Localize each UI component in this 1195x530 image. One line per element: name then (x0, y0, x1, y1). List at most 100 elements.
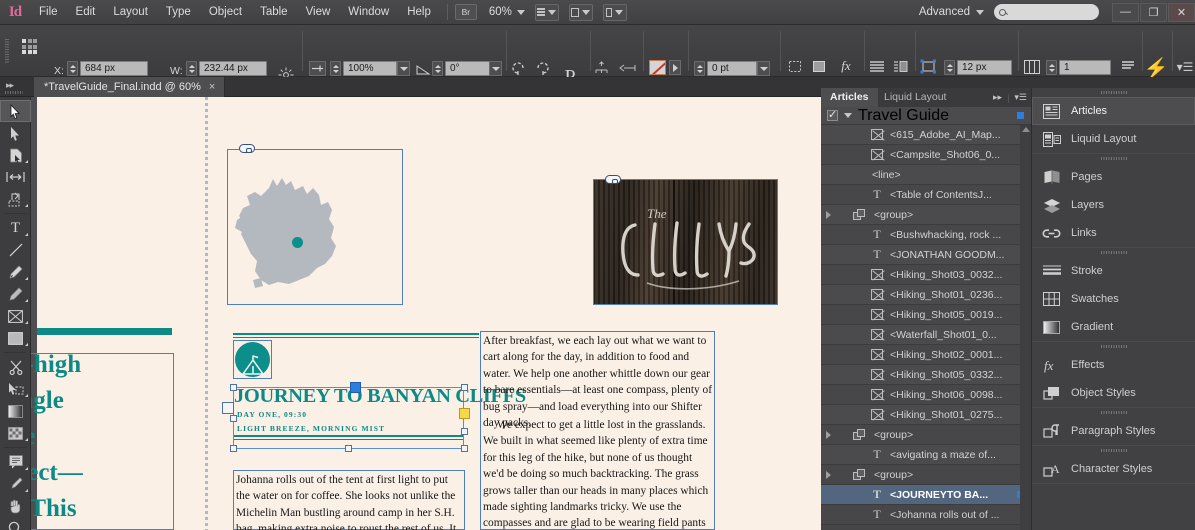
article-row[interactable]: <Hiking_Shot01_0275... (821, 405, 1031, 425)
dock-item-paragraph-styles[interactable]: Paragraph Styles (1032, 417, 1195, 445)
menu-table[interactable]: Table (251, 0, 297, 25)
stroke-weight-stepper[interactable] (694, 61, 705, 76)
expand-arrow-icon[interactable] (821, 470, 835, 479)
frame-handle-tm[interactable] (350, 382, 361, 393)
frame-handle-bl[interactable] (230, 445, 237, 452)
expand-arrow-icon[interactable] (821, 430, 835, 439)
article-row[interactable]: <Hiking_Shot05_0332... (821, 365, 1031, 385)
article-row[interactable]: <group> (821, 465, 1031, 485)
frame-handle-br[interactable] (461, 445, 468, 452)
frame-handle-mr[interactable] (461, 428, 468, 435)
scale-x-stepper[interactable] (330, 61, 341, 76)
inset-stepper[interactable] (944, 60, 955, 75)
effects-target-icon[interactable] (786, 58, 804, 75)
document-page[interactable]: raist-high d jungle made y direct— liffs… (31, 97, 821, 530)
dock-item-stroke[interactable]: Stroke (1032, 257, 1195, 285)
frame-handle-bm[interactable] (345, 445, 352, 452)
w-stepper[interactable] (186, 61, 197, 76)
content-collector-tool[interactable] (0, 188, 31, 210)
fill-color-swatch[interactable] (649, 60, 666, 75)
scroll-up-icon[interactable] (1021, 127, 1030, 132)
panel-menu-icon[interactable]: ▾☰ (1176, 58, 1194, 76)
article-row[interactable]: T <avigating a maze of... (821, 445, 1031, 465)
stroke-weight-dropdown[interactable] (757, 61, 770, 76)
article-row[interactable]: <Hiking_Shot01_0236... (821, 285, 1031, 305)
rotate-cw-90-icon[interactable] (533, 59, 552, 77)
frame-handle-ml[interactable] (222, 402, 234, 414)
quick-apply-lightning-icon[interactable]: ⚡ (1144, 58, 1169, 80)
dock-group-grip[interactable] (1032, 446, 1195, 455)
gap-tool[interactable] (0, 166, 31, 188)
minimize-button[interactable]: — (1112, 2, 1139, 22)
close-button[interactable]: ✕ (1168, 2, 1195, 22)
panel-menu-icon[interactable]: ▾☰ (1014, 92, 1027, 103)
menu-window[interactable]: Window (339, 0, 398, 25)
dock-item-links[interactable]: Links (1032, 219, 1195, 247)
view-options-button[interactable] (534, 3, 559, 21)
document-canvas[interactable]: raist-high d jungle made y direct— liffs… (31, 97, 821, 530)
document-tab[interactable]: *TravelGuide_Final.indd @ 60% × (34, 77, 226, 97)
x-field[interactable]: 684 px (80, 61, 148, 76)
menu-object[interactable]: Object (200, 0, 251, 25)
rotation-stepper[interactable] (432, 61, 443, 76)
inset-field[interactable]: 12 px (957, 60, 1012, 75)
article-row[interactable]: <line> (821, 165, 1031, 185)
dock-item-object-styles[interactable]: Object Styles (1032, 379, 1195, 407)
menu-view[interactable]: View (297, 0, 340, 25)
rotation-dropdown[interactable] (489, 61, 502, 76)
tab-articles[interactable]: Articles (821, 88, 878, 107)
balance-columns-icon[interactable] (1118, 58, 1138, 75)
expand-panels-icon[interactable]: ▸▸ (6, 80, 14, 91)
x-stepper[interactable] (67, 61, 78, 76)
scissors-tool[interactable] (0, 356, 31, 378)
rotate-ccw-90-icon[interactable] (508, 59, 527, 77)
menu-type[interactable]: Type (157, 0, 200, 25)
article-row[interactable]: <Campsite_Shot06_0... (821, 145, 1031, 165)
dock-item-articles[interactable]: Articles (1032, 97, 1195, 125)
article-row[interactable]: <Hiking_Shot05_0019... (821, 305, 1031, 325)
effects-object-icon[interactable] (810, 58, 828, 75)
gradient-swatch-tool[interactable] (0, 400, 31, 422)
select-previous-icon[interactable] (617, 59, 637, 77)
scale-x-field[interactable]: 100% (343, 61, 397, 76)
expand-arrow-icon[interactable] (821, 210, 835, 219)
article-include-checkbox[interactable] (827, 108, 838, 121)
rectangle-tool[interactable] (0, 327, 31, 349)
articles-list[interactable]: <615_Adobe_AI_Map... <Campsite_Shot06_0..… (821, 125, 1031, 525)
article-row[interactable]: <group> (821, 425, 1031, 445)
page-tool[interactable] (0, 144, 31, 166)
dock-item-character-styles[interactable]: A Character Styles (1032, 455, 1195, 483)
article-row[interactable]: <615_Adobe_AI_Map... (821, 125, 1031, 145)
text-wrap-bounding-box-icon[interactable] (892, 58, 910, 75)
pen-tool[interactable] (0, 261, 31, 283)
zoom-level-selector[interactable]: 60% (489, 6, 525, 18)
dock-item-effects[interactable]: fx Effects (1032, 351, 1195, 379)
direct-selection-tool[interactable] (0, 122, 31, 144)
eyedropper-tool[interactable] (0, 473, 31, 495)
dock-group-grip[interactable] (1032, 248, 1195, 257)
tab-liquid-layout[interactable]: Liquid Layout (875, 88, 955, 107)
cliffs-photo-frame[interactable] (593, 179, 778, 305)
line-tool[interactable] (0, 239, 31, 261)
effects-fx-button[interactable]: fx (834, 57, 858, 75)
article-row[interactable]: <Hiking_Shot03_0032... (821, 265, 1031, 285)
article-row[interactable]: T <Johanna rolls out of ... (821, 505, 1031, 525)
dock-group-grip[interactable] (1032, 88, 1195, 97)
scale-x-dropdown[interactable] (397, 61, 410, 76)
maximize-button[interactable]: ❐ (1140, 2, 1167, 22)
frame-handle-tl[interactable] (230, 384, 237, 391)
corner-options-handle[interactable] (459, 408, 470, 419)
rectangle-frame-tool[interactable] (0, 305, 31, 327)
article-row[interactable]: <Waterfall_Shot01_0... (821, 325, 1031, 345)
pencil-tool[interactable] (0, 283, 31, 305)
menu-help[interactable]: Help (398, 0, 440, 25)
article-row[interactable]: T <JONATHAN GOODM... (821, 245, 1031, 265)
bridge-button[interactable]: Br (454, 4, 477, 20)
dock-item-layers[interactable]: Layers (1032, 191, 1195, 219)
close-icon[interactable]: × (209, 81, 215, 93)
note-tool[interactable] (0, 451, 31, 473)
workspace-switcher[interactable]: Advanced (919, 6, 984, 18)
text-wrap-none-icon[interactable] (868, 58, 886, 75)
fill-dropdown[interactable] (669, 60, 681, 75)
hand-tool[interactable] (0, 495, 31, 517)
